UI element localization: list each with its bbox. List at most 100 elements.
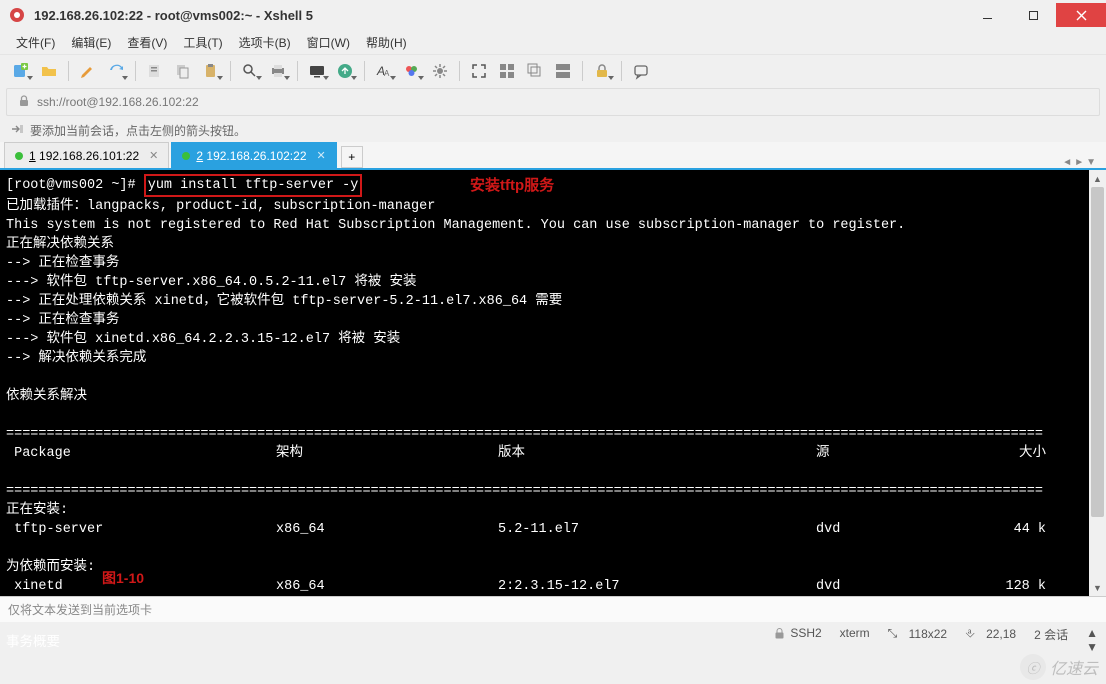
prompt: [root@vms002 ~]# xyxy=(6,178,136,193)
hint-text: 要添加当前会话，点击左侧的箭头按钮。 xyxy=(30,122,246,139)
screen-button[interactable] xyxy=(304,59,330,83)
tab-number: 2 xyxy=(196,149,203,163)
window-title: 192.168.26.102:22 - root@vms002:~ - Xshe… xyxy=(34,8,964,23)
tab-label: 192.168.26.102:22 xyxy=(206,149,306,163)
color-button[interactable] xyxy=(399,59,425,83)
title-host: 192.168.26.102:22 xyxy=(34,8,143,23)
term-line: ---> 软件包 xinetd.x86_64.2.2.3.15-12.el7 将… xyxy=(6,332,400,347)
tab-close-icon[interactable]: ✕ xyxy=(145,149,158,162)
settings-button[interactable] xyxy=(427,59,453,83)
toolbar-sep xyxy=(459,61,460,81)
toolbar: AA xyxy=(0,54,1106,86)
terminal-area: [root@vms002 ~]# yum install tftp-server… xyxy=(0,170,1106,596)
scroll-down-icon[interactable]: ▼ xyxy=(1089,579,1106,596)
paste-button[interactable] xyxy=(198,59,224,83)
term-line: 已加载插件：langpacks, product-id, subscriptio… xyxy=(6,199,435,214)
watermark-text: 亿速云 xyxy=(1050,655,1098,679)
section-label: 正在安装: xyxy=(6,503,68,518)
table-header: Package架构版本源大小 xyxy=(6,444,1100,463)
toolbar-sep xyxy=(135,61,136,81)
table-row: tftp-serverx86_645.2-11.el7dvd44 k xyxy=(6,520,1100,539)
term-line: --> 正在处理依赖关系 xinetd，它被软件包 tftp-server-5.… xyxy=(6,294,562,309)
session-tab-1[interactable]: 1 192.168.26.101:22 ✕ xyxy=(4,142,169,168)
copy-button[interactable] xyxy=(170,59,196,83)
menu-tools[interactable]: 工具(T) xyxy=(177,32,228,53)
vertical-tile-button[interactable] xyxy=(550,59,576,83)
tab-close-icon[interactable]: ✕ xyxy=(313,149,326,162)
section-label: 为依赖而安装: xyxy=(6,560,95,575)
hint-bar: 要添加当前会话，点击左侧的箭头按钮。 xyxy=(0,118,1106,142)
maximize-button[interactable] xyxy=(1010,3,1056,27)
properties-button[interactable] xyxy=(142,59,168,83)
new-session-button[interactable] xyxy=(8,59,34,83)
toolbar-sep xyxy=(621,61,622,81)
annotation-figure-label: 图1-10 xyxy=(102,568,144,588)
font-button[interactable]: AA xyxy=(371,59,397,83)
app-icon xyxy=(8,6,26,24)
term-line: --> 正在检查事务 xyxy=(6,313,119,328)
open-button[interactable] xyxy=(36,59,62,83)
watermark: ⓒ 亿速云 xyxy=(1020,654,1098,680)
lock-icon xyxy=(17,94,31,111)
annotation-install-tftp: 安装tftp服务 xyxy=(470,174,554,195)
menu-window[interactable]: 窗口(W) xyxy=(301,32,356,53)
address-text: ssh://root@192.168.26.102:22 xyxy=(37,95,199,109)
tab-next-icon[interactable]: ► xyxy=(1074,157,1084,168)
menu-view[interactable]: 查看(V) xyxy=(121,32,173,53)
minimize-button[interactable] xyxy=(964,3,1010,27)
term-line: 依赖关系解决 xyxy=(6,389,87,404)
compose-button[interactable] xyxy=(75,59,101,83)
tab-label: 192.168.26.101:22 xyxy=(39,149,139,163)
toolbar-sep xyxy=(230,61,231,81)
menu-bar: 文件(F) 编辑(E) 查看(V) 工具(T) 选项卡(B) 窗口(W) 帮助(… xyxy=(0,30,1106,54)
close-button[interactable] xyxy=(1056,3,1106,27)
lock-button[interactable] xyxy=(589,59,615,83)
svg-text:A: A xyxy=(384,69,390,78)
watermark-logo-icon: ⓒ xyxy=(1020,654,1046,680)
divider: ========================================… xyxy=(6,427,1043,442)
menu-edit[interactable]: 编辑(E) xyxy=(65,32,117,53)
title-suffix: root@vms002:~ - Xshell 5 xyxy=(151,8,313,23)
status-dot-icon xyxy=(182,152,190,160)
cascade-button[interactable] xyxy=(522,59,548,83)
title-bar: 192.168.26.102:22 - root@vms002:~ - Xshe… xyxy=(0,0,1106,30)
session-tabs: 1 192.168.26.101:22 ✕ 2 192.168.26.102:2… xyxy=(0,142,1106,170)
scroll-up-icon[interactable]: ▲ xyxy=(1089,170,1106,187)
tab-menu-icon[interactable]: ▼ xyxy=(1086,157,1096,168)
help-button[interactable] xyxy=(628,59,654,83)
address-bar[interactable]: ssh://root@192.168.26.102:22 xyxy=(6,88,1100,116)
toolbar-sep xyxy=(297,61,298,81)
arrow-add-icon[interactable] xyxy=(10,122,24,139)
term-line: ---> 软件包 tftp-server.x86_64.0.5.2-11.el7… xyxy=(6,275,416,290)
find-button[interactable] xyxy=(237,59,263,83)
terminal-output[interactable]: [root@vms002 ~]# yum install tftp-server… xyxy=(0,170,1106,657)
term-line: --> 解决依赖关系完成 xyxy=(6,351,146,366)
transfer-button[interactable] xyxy=(332,59,358,83)
tab-prev-icon[interactable]: ◄ xyxy=(1062,157,1072,168)
print-button[interactable] xyxy=(265,59,291,83)
scroll-thumb[interactable] xyxy=(1091,187,1104,517)
toolbar-sep xyxy=(364,61,365,81)
toolbar-sep xyxy=(582,61,583,81)
menu-help[interactable]: 帮助(H) xyxy=(360,32,413,53)
menu-tabs[interactable]: 选项卡(B) xyxy=(233,32,297,53)
status-dot-icon xyxy=(15,152,23,160)
menu-file[interactable]: 文件(F) xyxy=(10,32,61,53)
vertical-scrollbar[interactable]: ▲ ▼ xyxy=(1089,170,1106,596)
command-highlight: yum install tftp-server -y xyxy=(144,174,363,197)
fullscreen-button[interactable] xyxy=(466,59,492,83)
table-row: xinetdx86_642:2.3.15-12.el7dvd128 k xyxy=(6,577,1100,596)
summary-label: 事务概要 xyxy=(6,636,60,651)
tab-number: 1 xyxy=(29,149,36,163)
tile-button[interactable] xyxy=(494,59,520,83)
add-tab-button[interactable]: + xyxy=(341,146,363,168)
term-line: --> 正在检查事务 xyxy=(6,256,119,271)
tab-nav: ◄ ► ▼ xyxy=(1062,157,1102,168)
term-line: This system is not registered to Red Hat… xyxy=(6,218,905,233)
divider: ========================================… xyxy=(6,484,1043,499)
toolbar-sep xyxy=(68,61,69,81)
term-line: 正在解决依赖关系 xyxy=(6,237,114,252)
reconnect-button[interactable] xyxy=(103,59,129,83)
window-buttons xyxy=(964,3,1106,27)
session-tab-2[interactable]: 2 192.168.26.102:22 ✕ xyxy=(171,142,336,168)
